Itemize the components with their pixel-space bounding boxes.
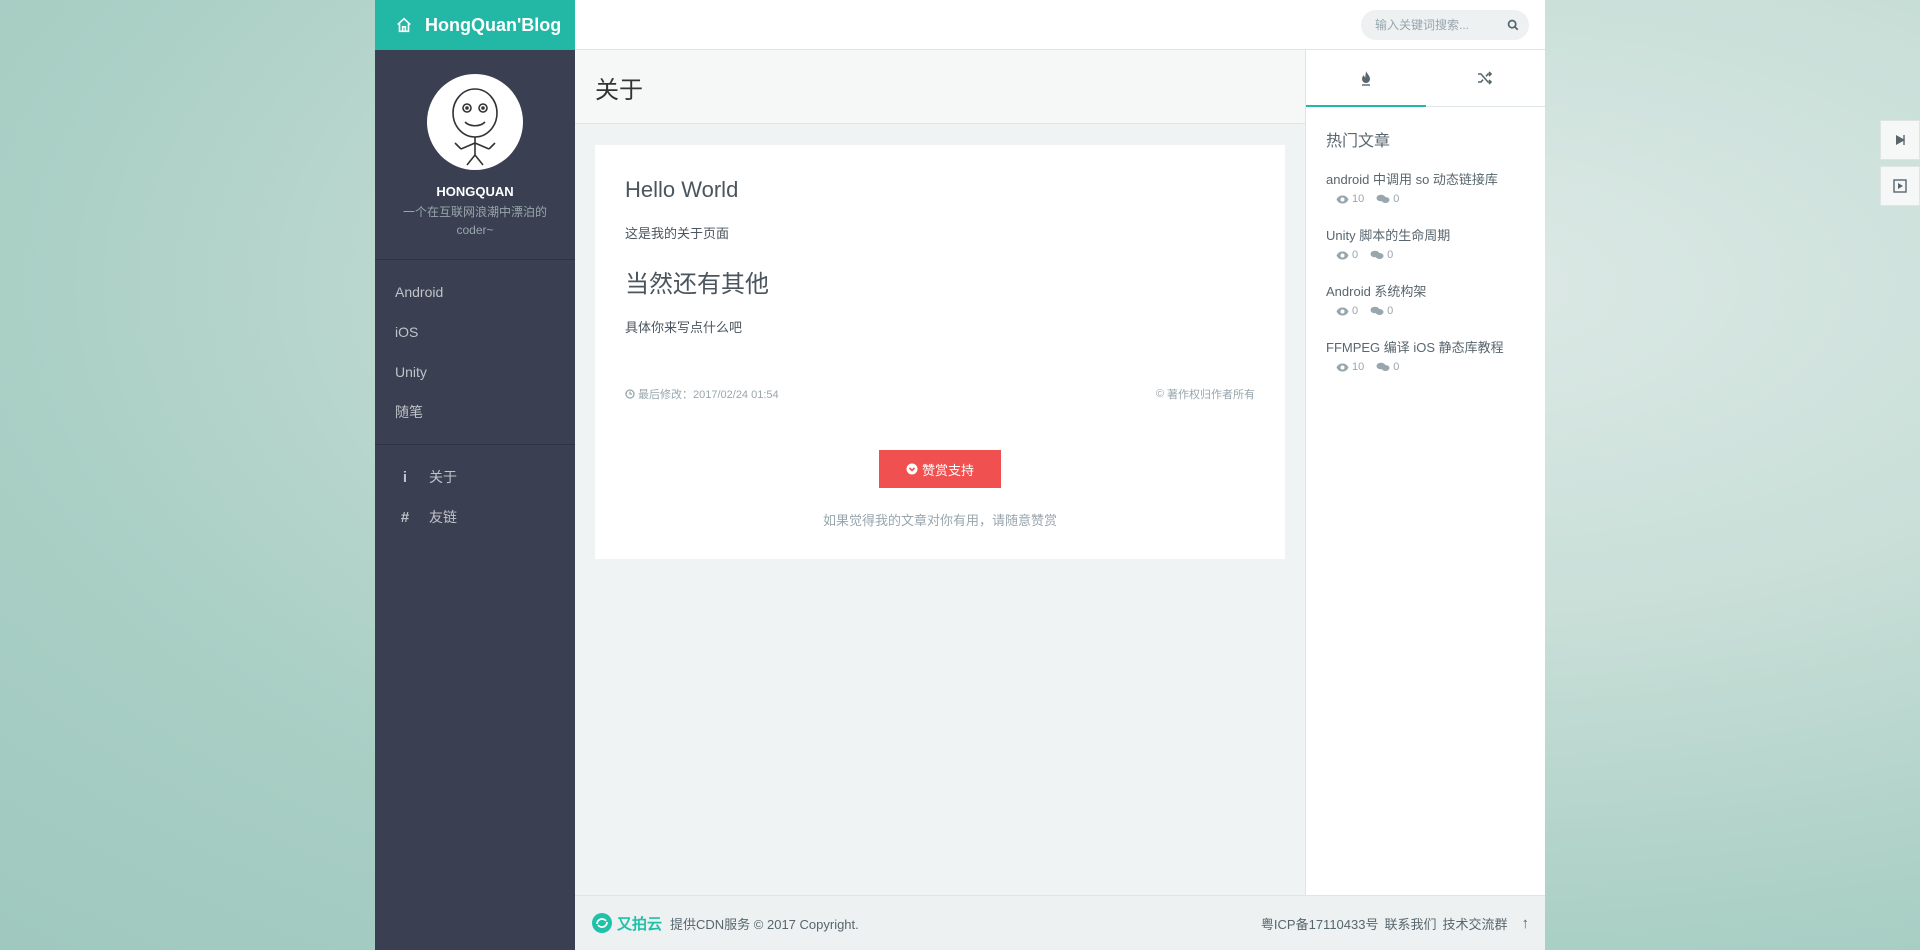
views-count: 0 — [1336, 249, 1358, 261]
tab-random[interactable] — [1426, 50, 1546, 106]
sidebar: HongQuan'Blog HONGQUAN 一个在互联网浪潮中漂泊的coder… — [375, 0, 575, 950]
nav-item-label: 关于 — [429, 469, 457, 485]
views-count: 0 — [1336, 305, 1358, 317]
chevron-down-circle-icon — [906, 463, 918, 475]
avatar-face-icon — [452, 88, 498, 166]
footer: 又拍云 提供CDN服务 © 2017 Copyright. 粤ICP备17110… — [575, 895, 1545, 950]
copyright-icon: © — [1155, 388, 1164, 400]
page-title: 关于 — [575, 50, 1305, 124]
post-meta: 最后修改：2017/02/24 01:54 © 著作权归作者所有 — [625, 386, 1255, 402]
article-stats: 10 0 — [1326, 193, 1525, 205]
comments-icon — [1376, 362, 1390, 371]
comments-icon — [1370, 250, 1384, 259]
nav-item-ios[interactable]: iOS — [375, 312, 575, 352]
post-heading: 当然还有其他 — [625, 271, 769, 298]
main-content: 关于 Hello World 这是我的关于页面 当然还有其他 具体你来写点什么吧… — [575, 50, 1305, 895]
top-header — [575, 0, 1545, 50]
contact-link[interactable]: 联系我们 — [1384, 914, 1436, 933]
list-item: Android 系统构架 0 0 — [1306, 273, 1545, 329]
reward-button-label: 赞赏支持 — [921, 462, 974, 478]
nav-item-links[interactable]: # 友链 — [375, 497, 575, 537]
icp-link[interactable]: 粤ICP备17110433号 — [1261, 914, 1379, 933]
search-icon[interactable] — [1507, 19, 1519, 31]
reward-note: 如果觉得我的文章对你有用，请随意赞赏 — [822, 513, 1057, 528]
home-icon — [397, 17, 411, 33]
article-link[interactable]: FFMPEG 编译 iOS 静态库教程 — [1326, 337, 1525, 356]
article-stats: 0 0 — [1326, 305, 1525, 317]
eye-icon — [1336, 307, 1349, 315]
right-panel: 热门文章 android 中调用 so 动态链接库 10 0 Unity 脚本的… — [1305, 50, 1545, 895]
article-stats: 0 0 — [1326, 249, 1525, 261]
floating-play-button[interactable] — [1880, 120, 1920, 160]
nav-item-notes[interactable]: 随笔 — [375, 392, 575, 432]
brand-link[interactable]: HongQuan'Blog — [375, 0, 575, 50]
category-nav: Android iOS Unity 随笔 — [375, 260, 575, 445]
article-stats: 10 0 — [1326, 361, 1525, 373]
comments-count: 0 — [1370, 305, 1393, 317]
comments-count: 0 — [1376, 193, 1399, 205]
search-input[interactable] — [1375, 18, 1500, 32]
upyun-icon — [592, 913, 612, 933]
profile: HONGQUAN 一个在互联网浪潮中漂泊的coder~ — [375, 50, 575, 260]
group-link[interactable]: 技术交流群 — [1442, 914, 1507, 933]
comments-count: 0 — [1370, 249, 1393, 261]
fire-icon — [1361, 71, 1370, 86]
copyright-info: © 著作权归作者所有 — [1156, 386, 1255, 402]
info-icon: i — [402, 468, 408, 486]
play-icon — [1896, 135, 1905, 145]
comments-icon — [1376, 194, 1390, 203]
article-link[interactable]: Unity 脚本的生命周期 — [1326, 225, 1525, 244]
upyun-label: 又拍云 — [617, 915, 663, 933]
brand-title: HongQuan'Blog — [425, 14, 562, 35]
avatar[interactable] — [427, 74, 523, 170]
list-item: android 中调用 so 动态链接库 10 0 — [1306, 161, 1545, 217]
aside-tabs — [1306, 50, 1545, 107]
post-paragraph: 具体你来写点什么吧 — [625, 320, 743, 335]
nav-item-about[interactable]: i 关于 — [375, 457, 575, 497]
hash-icon: # — [400, 508, 410, 526]
footer-links: 粤ICP备17110433号 联系我们 技术交流群 ↑ — [1261, 914, 1529, 933]
tab-hot[interactable] — [1306, 50, 1426, 107]
author-name: HONGQUAN — [436, 184, 514, 199]
reward-button[interactable]: 赞赏支持 — [879, 450, 1001, 488]
views-count: 10 — [1336, 361, 1364, 373]
post-paragraph: 这是我的关于页面 — [625, 226, 730, 241]
eye-icon — [1336, 363, 1349, 371]
modified-info: 最后修改：2017/02/24 01:54 — [625, 386, 779, 402]
comments-icon — [1370, 306, 1384, 315]
post-card: Hello World 这是我的关于页面 当然还有其他 具体你来写点什么吧 最后… — [595, 145, 1285, 559]
media-icon — [1893, 179, 1907, 193]
search-box — [1361, 10, 1529, 40]
nav-item-label: 友链 — [429, 509, 457, 525]
views-count: 10 — [1336, 193, 1364, 205]
back-to-top-icon[interactable]: ↑ — [1522, 915, 1530, 932]
author-motto: 一个在互联网浪潮中漂泊的coder~ — [402, 205, 547, 237]
app-shell: HongQuan'Blog HONGQUAN 一个在互联网浪潮中漂泊的coder… — [375, 0, 1545, 950]
cdn-text: 提供CDN服务 © 2017 Copyright. — [670, 916, 859, 932]
eye-icon — [1336, 251, 1349, 259]
modified-label: 最后修改：2017/02/24 01:54 — [638, 389, 779, 401]
list-item: Unity 脚本的生命周期 0 0 — [1306, 217, 1545, 273]
upyun-logo[interactable]: 又拍云 — [591, 912, 662, 934]
post-title: Hello World — [625, 177, 739, 202]
floating-media-button[interactable] — [1880, 166, 1920, 206]
clock-icon — [625, 389, 635, 399]
eye-icon — [1336, 195, 1349, 203]
nav-item-android[interactable]: Android — [375, 272, 575, 312]
shuffle-icon — [1478, 71, 1493, 85]
article-link[interactable]: android 中调用 so 动态链接库 — [1326, 169, 1525, 188]
comments-count: 0 — [1376, 361, 1399, 373]
list-item: FFMPEG 编译 iOS 静态库教程 10 0 — [1306, 329, 1545, 385]
nav-item-unity[interactable]: Unity — [375, 352, 575, 392]
copyright-label: 著作权归作者所有 — [1167, 389, 1255, 401]
hot-articles-title: 热门文章 — [1326, 133, 1391, 150]
page-nav: i 关于 # 友链 — [375, 445, 575, 549]
article-link[interactable]: Android 系统构架 — [1326, 281, 1525, 300]
